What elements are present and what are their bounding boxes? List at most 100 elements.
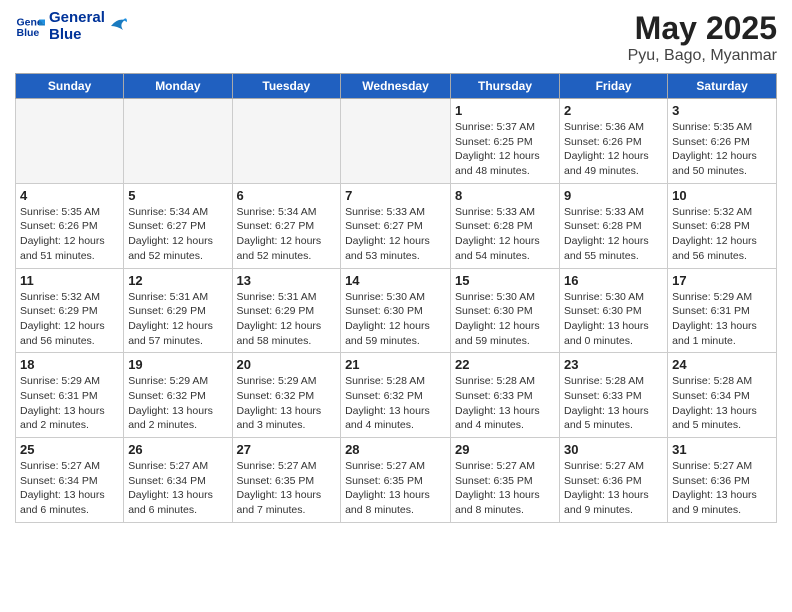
day-info: Sunrise: 5:36 AM Sunset: 6:26 PM Dayligh…: [564, 120, 663, 179]
logo: General Blue General Blue: [15, 10, 127, 43]
week-row-2: 4Sunrise: 5:35 AM Sunset: 6:26 PM Daylig…: [16, 183, 777, 268]
day-info: Sunrise: 5:28 AM Sunset: 6:32 PM Dayligh…: [345, 374, 446, 433]
day-info: Sunrise: 5:27 AM Sunset: 6:34 PM Dayligh…: [128, 459, 227, 518]
day-number: 22: [455, 357, 555, 372]
col-monday: Monday: [124, 74, 232, 99]
calendar-cell-w1-d4: 1Sunrise: 5:37 AM Sunset: 6:25 PM Daylig…: [451, 99, 560, 184]
day-number: 27: [237, 442, 337, 457]
day-number: 26: [128, 442, 227, 457]
day-info: Sunrise: 5:31 AM Sunset: 6:29 PM Dayligh…: [237, 290, 337, 349]
calendar-cell-w1-d2: [232, 99, 341, 184]
logo-bird-icon: [109, 16, 127, 38]
day-info: Sunrise: 5:28 AM Sunset: 6:34 PM Dayligh…: [672, 374, 772, 433]
day-number: 8: [455, 188, 555, 203]
day-info: Sunrise: 5:31 AM Sunset: 6:29 PM Dayligh…: [128, 290, 227, 349]
calendar-cell-w5-d1: 26 Sunrise: 5:27 AM Sunset: 6:34 PM Dayli…: [124, 438, 232, 523]
calendar-cell-w2-d3: 7Sunrise: 5:33 AM Sunset: 6:27 PM Daylig…: [341, 183, 451, 268]
day-info: Sunrise: 5:30 AM Sunset: 6:30 PM Dayligh…: [564, 290, 663, 349]
logo-line1: General: [49, 10, 105, 27]
calendar-cell-w3-d3: 14Sunrise: 5:30 AM Sunset: 6:30 PM Dayli…: [341, 268, 451, 353]
calendar-cell-w5-d0: 25 Sunrise: 5:27 AM Sunset: 6:34 PM Dayli…: [16, 438, 124, 523]
calendar-cell-w5-d3: 28Sunrise: 5:27 AM Sunset: 6:35 PM Dayli…: [341, 438, 451, 523]
day-number: 30: [564, 442, 663, 457]
day-number: 18: [20, 357, 119, 372]
day-info: Sunrise: 5:35 AM Sunset: 6:26 PM Dayligh…: [20, 205, 119, 264]
day-info: Sunrise: 5:30 AM Sunset: 6:30 PM Dayligh…: [345, 290, 446, 349]
day-number: 12: [128, 273, 227, 288]
day-number: 20: [237, 357, 337, 372]
day-number: 23: [564, 357, 663, 372]
day-info: Sunrise: 5:29 AM Sunset: 6:32 PM Dayligh…: [237, 374, 337, 433]
day-number: 3: [672, 103, 772, 118]
calendar-table: Sunday Monday Tuesday Wednesday Thursday…: [15, 73, 777, 523]
col-friday: Friday: [560, 74, 668, 99]
day-info: Sunrise: 5:29 AM Sunset: 6:31 PM Dayligh…: [20, 374, 119, 433]
page-header: General Blue General Blue May 2025 Pyu, …: [15, 10, 777, 65]
calendar-cell-w3-d5: 16 Sunrise: 5:30 AM Sunset: 6:30 PM Dayli…: [560, 268, 668, 353]
day-number: 11: [20, 273, 119, 288]
day-number: 13: [237, 273, 337, 288]
calendar-cell-w4-d0: 18 Sunrise: 5:29 AM Sunset: 6:31 PM Dayli…: [16, 353, 124, 438]
calendar-cell-w1-d5: 2Sunrise: 5:36 AM Sunset: 6:26 PM Daylig…: [560, 99, 668, 184]
day-number: 6: [237, 188, 337, 203]
calendar-cell-w3-d4: 15 Sunrise: 5:30 AM Sunset: 6:30 PM Dayli…: [451, 268, 560, 353]
day-number: 5: [128, 188, 227, 203]
calendar-cell-w5-d4: 29Sunrise: 5:27 AM Sunset: 6:35 PM Dayli…: [451, 438, 560, 523]
day-info: Sunrise: 5:27 AM Sunset: 6:34 PM Dayligh…: [20, 459, 119, 518]
calendar-cell-w5-d6: 31Sunrise: 5:27 AM Sunset: 6:36 PM Dayli…: [668, 438, 777, 523]
page-container: General Blue General Blue May 2025 Pyu, …: [0, 0, 792, 533]
calendar-cell-w4-d6: 24 Sunrise: 5:28 AM Sunset: 6:34 PM Dayli…: [668, 353, 777, 438]
calendar-body: 1Sunrise: 5:37 AM Sunset: 6:25 PM Daylig…: [16, 99, 777, 523]
day-info: Sunrise: 5:32 AM Sunset: 6:28 PM Dayligh…: [672, 205, 772, 264]
logo-icon: General Blue: [15, 12, 45, 42]
day-number: 31: [672, 442, 772, 457]
day-number: 21: [345, 357, 446, 372]
week-row-3: 11 Sunrise: 5:32 AM Sunset: 6:29 PM Dayli…: [16, 268, 777, 353]
day-info: Sunrise: 5:35 AM Sunset: 6:26 PM Dayligh…: [672, 120, 772, 179]
day-number: 29: [455, 442, 555, 457]
day-info: Sunrise: 5:32 AM Sunset: 6:29 PM Dayligh…: [20, 290, 119, 349]
day-number: 16: [564, 273, 663, 288]
day-number: 17: [672, 273, 772, 288]
day-info: Sunrise: 5:27 AM Sunset: 6:35 PM Dayligh…: [345, 459, 446, 518]
calendar-cell-w5-d5: 30 Sunrise: 5:27 AM Sunset: 6:36 PM Dayli…: [560, 438, 668, 523]
svg-text:Blue: Blue: [17, 27, 40, 39]
col-sunday: Sunday: [16, 74, 124, 99]
calendar-cell-w2-d4: 8Sunrise: 5:33 AM Sunset: 6:28 PM Daylig…: [451, 183, 560, 268]
calendar-cell-w4-d5: 23Sunrise: 5:28 AM Sunset: 6:33 PM Dayli…: [560, 353, 668, 438]
calendar-cell-w4-d3: 21 Sunrise: 5:28 AM Sunset: 6:32 PM Dayli…: [341, 353, 451, 438]
calendar-cell-w3-d1: 12 Sunrise: 5:31 AM Sunset: 6:29 PM Dayli…: [124, 268, 232, 353]
calendar-title: May 2025: [628, 10, 777, 47]
calendar-cell-w2-d6: 10 Sunrise: 5:32 AM Sunset: 6:28 PM Dayli…: [668, 183, 777, 268]
calendar-cell-w2-d5: 9 Sunrise: 5:33 AM Sunset: 6:28 PM Daylig…: [560, 183, 668, 268]
calendar-cell-w4-d2: 20 Sunrise: 5:29 AM Sunset: 6:32 PM Dayli…: [232, 353, 341, 438]
calendar-cell-w3-d2: 13 Sunrise: 5:31 AM Sunset: 6:29 PM Dayli…: [232, 268, 341, 353]
day-info: Sunrise: 5:33 AM Sunset: 6:27 PM Dayligh…: [345, 205, 446, 264]
day-number: 24: [672, 357, 772, 372]
week-row-4: 18 Sunrise: 5:29 AM Sunset: 6:31 PM Dayli…: [16, 353, 777, 438]
day-number: 19: [128, 357, 227, 372]
calendar-cell-w1-d1: [124, 99, 232, 184]
logo-line2: Blue: [49, 27, 105, 44]
day-number: 15: [455, 273, 555, 288]
logo-text-block: General Blue: [49, 10, 105, 43]
day-info: Sunrise: 5:27 AM Sunset: 6:36 PM Dayligh…: [564, 459, 663, 518]
calendar-cell-w1-d6: 3 Sunrise: 5:35 AM Sunset: 6:26 PM Daylig…: [668, 99, 777, 184]
col-tuesday: Tuesday: [232, 74, 341, 99]
calendar-cell-w1-d3: [341, 99, 451, 184]
calendar-header: Sunday Monday Tuesday Wednesday Thursday…: [16, 74, 777, 99]
day-number: 10: [672, 188, 772, 203]
day-info: Sunrise: 5:29 AM Sunset: 6:31 PM Dayligh…: [672, 290, 772, 349]
calendar-cell-w3-d0: 11 Sunrise: 5:32 AM Sunset: 6:29 PM Dayli…: [16, 268, 124, 353]
day-info: Sunrise: 5:30 AM Sunset: 6:30 PM Dayligh…: [455, 290, 555, 349]
calendar-cell-w2-d1: 5 Sunrise: 5:34 AM Sunset: 6:27 PM Daylig…: [124, 183, 232, 268]
day-number: 9: [564, 188, 663, 203]
header-row: Sunday Monday Tuesday Wednesday Thursday…: [16, 74, 777, 99]
day-info: Sunrise: 5:33 AM Sunset: 6:28 PM Dayligh…: [564, 205, 663, 264]
day-number: 1: [455, 103, 555, 118]
day-number: 25: [20, 442, 119, 457]
col-thursday: Thursday: [451, 74, 560, 99]
day-info: Sunrise: 5:29 AM Sunset: 6:32 PM Dayligh…: [128, 374, 227, 433]
day-info: Sunrise: 5:34 AM Sunset: 6:27 PM Dayligh…: [128, 205, 227, 264]
calendar-cell-w4-d1: 19 Sunrise: 5:29 AM Sunset: 6:32 PM Dayli…: [124, 353, 232, 438]
